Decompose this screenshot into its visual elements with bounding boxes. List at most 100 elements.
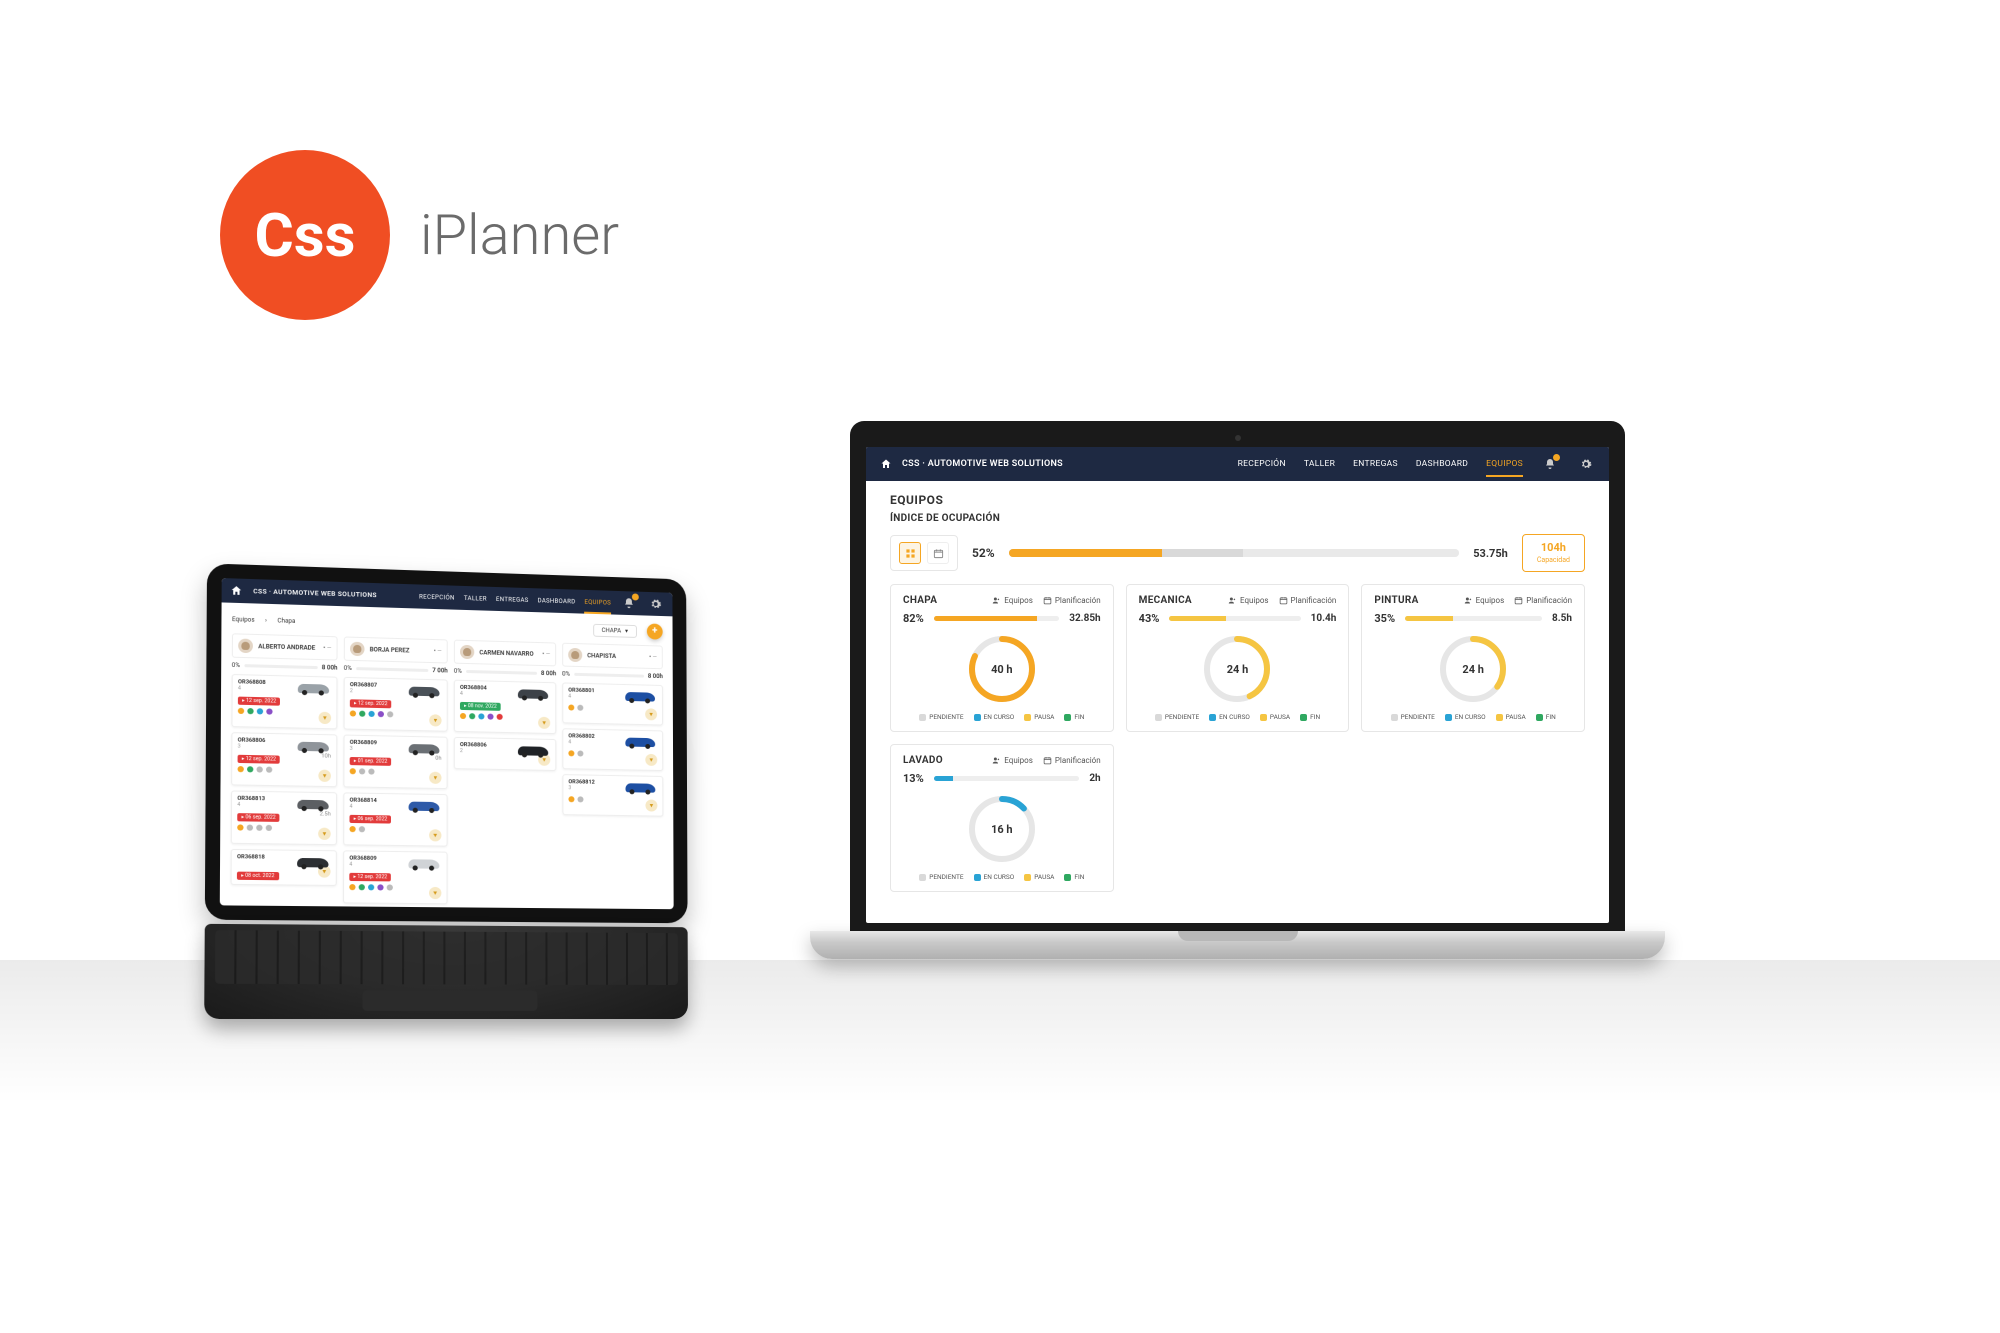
expand-button[interactable]: ▾ [645,754,657,766]
notifications-button[interactable] [1541,455,1559,473]
donut-chart: 24 h [1201,633,1273,705]
brand-logo: Css iPlanner [220,150,619,320]
metric-hours: 8.5h [1552,613,1572,624]
nav-item-equipos[interactable]: EQUIPOS [1486,459,1523,477]
column-header[interactable]: CARMEN NAVARRO ▪ — [454,640,556,667]
summary-hours: 53.75h [1473,547,1508,560]
job-id: OR368804 [460,685,487,692]
donut-chart: 24 h [1437,633,1509,705]
job-card[interactable]: OR3688144 ▸ 06 sep. 2022 ▾ [343,792,447,846]
equipos-link[interactable]: Equipos [992,596,1033,605]
nav-item-equipos[interactable]: EQUIPOS [584,598,611,614]
notifications-button[interactable] [620,594,638,612]
settings-button[interactable] [647,595,665,613]
job-card[interactable]: OR3688014 ▾ [562,682,663,725]
summary-row: 52% 53.75h 104h Capacidad [890,534,1585,572]
expand-button[interactable]: ▾ [318,828,331,840]
job-time: 2.5h [320,811,331,817]
tablet-keyboard [204,924,688,1019]
donut-center-value: 40 h [966,633,1038,705]
metric-cards-row2: LAVADO Equipos Planificación 13% 2h 16 h… [890,744,1585,892]
equipos-link[interactable]: Equipos [1464,596,1505,605]
avatar [238,639,253,654]
job-id: OR368802 [568,733,594,740]
expand-button[interactable]: ▾ [538,717,550,729]
job-card[interactable]: OR3688063 ▸ 12 sep. 202210h ▾ [231,732,337,787]
expand-button[interactable]: ▾ [429,772,441,784]
home-icon[interactable] [880,458,892,470]
metric-card-mecanica: MECANICA Equipos Planificación 43% 10.4h… [1126,584,1350,732]
job-card[interactable]: OR3688062 ▾ [454,737,557,771]
job-card[interactable]: OR368818 ▸ 08 oct. 2022 ▾ [231,849,337,886]
breadcrumb-1[interactable]: Equipos [232,615,255,623]
planificacion-link[interactable]: Planificación [1043,596,1101,605]
expand-button[interactable]: ▾ [429,887,441,899]
column-meta: ▪ — [323,645,331,651]
column-name: BORJA PÉREZ [370,646,429,655]
settings-button[interactable] [1577,455,1595,473]
status-dots [349,884,441,891]
home-icon[interactable] [230,584,243,597]
app-header: CSS · AUTOMOTIVE WEB SOLUTIONS RECEPCIÓN… [866,447,1609,481]
column-occupancy: 0%8 00h [232,662,338,672]
laptop-base [810,931,1665,959]
job-card[interactable]: OR3688094 ▸ 12 sep. 2022 ▾ [343,850,448,904]
job-card[interactable]: OR3688072 ▸ 12 sep. 2022 ▾ [344,677,448,732]
job-date-tag: ▸ 12 sep. 2022 [238,755,281,764]
nav-item-entregas[interactable]: ENTREGAS [496,595,529,603]
section-title: ÍNDICE DE OCUPACIÓN [890,513,1585,524]
job-date-tag: ▸ 12 sep. 2022 [350,699,392,708]
capacity-box: 104h Capacidad [1522,534,1585,572]
column-occupancy: 0%8 00h [562,671,663,681]
status-dots [568,704,657,712]
metric-title: PINTURA [1374,595,1418,606]
planificacion-link[interactable]: Planificación [1279,596,1337,605]
job-card[interactable]: OR3688084 ▸ 12 sep. 2022 ▾ [231,674,337,729]
expand-button[interactable]: ▾ [429,714,441,726]
car-icon [407,684,442,699]
equipos-link[interactable]: Equipos [992,756,1033,765]
job-card[interactable]: OR3688044 ▸ 08 nov. 2022 ▾ [454,680,556,734]
column-header[interactable]: CHAPISTA ▪ — [562,643,663,670]
column-name: CHAPISTA [587,652,644,661]
job-sub: 4 [568,694,594,701]
expand-button[interactable]: ▾ [318,770,331,782]
avatar [460,645,474,659]
job-id: OR368806 [238,737,266,744]
expand-button[interactable]: ▾ [429,829,441,841]
add-button[interactable]: + [647,623,663,639]
nav-item-dashboard[interactable]: DASHBOARD [538,597,576,605]
job-card[interactable]: OR3688123 ▾ [562,774,663,817]
column-header[interactable]: ALBERTO ANDRADE ▪ — [232,633,338,660]
expand-button[interactable]: ▾ [645,708,657,720]
donut-center-value: 24 h [1437,633,1509,705]
nav-item-taller[interactable]: TALLER [464,594,487,602]
view-mode-grid[interactable] [899,542,921,564]
job-date-tag: ▸ 12 sep. 2022 [349,873,391,882]
nav-item-entregas[interactable]: ENTREGAS [1353,459,1398,469]
job-id: OR368812 [568,779,594,785]
column-header[interactable]: BORJA PÉREZ ▪ — [344,636,448,663]
car-icon [295,797,331,812]
notification-badge [632,593,639,600]
job-card[interactable]: OR3688024 ▾ [562,728,663,771]
column-name: CARMEN NAVARRO [479,649,537,658]
planificacion-link[interactable]: Planificación [1514,596,1572,605]
equipos-link[interactable]: Equipos [1228,596,1269,605]
metric-hours: 2h [1089,773,1100,784]
legend: PENDIENTE EN CURSO PAUSA FIN [919,873,1084,881]
nav-item-recepción[interactable]: RECEPCIÓN [1238,459,1286,469]
nav-item-recepción[interactable]: RECEPCIÓN [419,593,455,601]
breadcrumb-2[interactable]: Chapa [277,617,295,625]
laptop-screen: CSS · AUTOMOTIVE WEB SOLUTIONS RECEPCIÓN… [866,447,1609,923]
job-id: OR368818 [237,854,265,860]
expand-button[interactable]: ▾ [645,799,657,811]
expand-button[interactable]: ▾ [319,712,332,724]
job-card[interactable]: OR3688093 ▸ 01 sep. 20220h ▾ [343,735,447,790]
planificacion-link[interactable]: Planificación [1043,756,1101,765]
department-dropdown[interactable]: CHAPA▾ [593,623,637,637]
job-card[interactable]: OR3688134 ▸ 06 sep. 20222.5h ▾ [231,790,337,845]
view-mode-calendar[interactable] [927,542,949,564]
nav-item-dashboard[interactable]: DASHBOARD [1416,459,1468,469]
nav-item-taller[interactable]: TALLER [1304,459,1335,469]
